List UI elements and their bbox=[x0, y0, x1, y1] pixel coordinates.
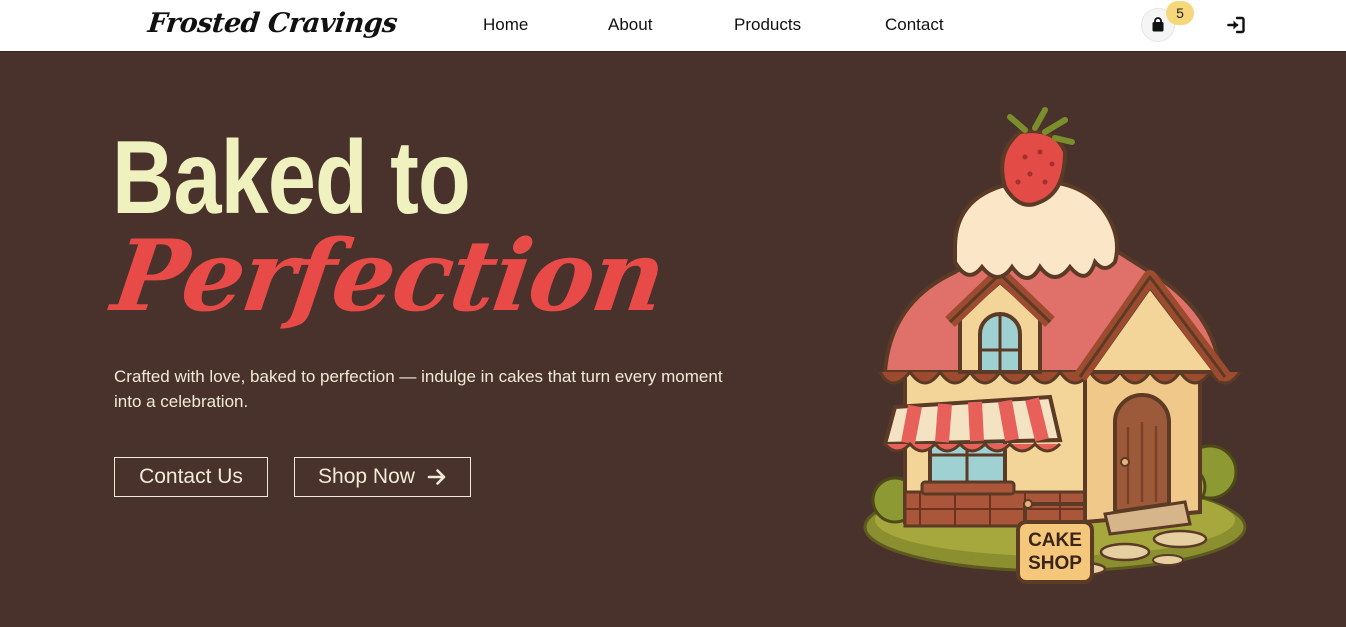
nav-link-about[interactable]: About bbox=[608, 15, 652, 35]
brand-logo[interactable]: Frosted Cravings bbox=[146, 8, 398, 39]
contact-us-button[interactable]: Contact Us bbox=[114, 457, 268, 497]
cake-shop-illustration: CAKE SHOP bbox=[863, 107, 1247, 584]
cart-button[interactable]: 5 bbox=[1141, 1, 1194, 44]
navbar: Frosted Cravings Home About Products Con… bbox=[0, 0, 1346, 52]
nav-link-contact[interactable]: Contact bbox=[885, 15, 944, 35]
nav-link-home[interactable]: Home bbox=[483, 15, 528, 35]
sign-text-shop: SHOP bbox=[1028, 553, 1082, 574]
hero-section: Baked to Perfection Crafted with love, b… bbox=[0, 52, 1346, 627]
arrow-right-icon bbox=[427, 469, 446, 485]
contact-us-label: Contact Us bbox=[139, 465, 243, 488]
nav-link-products[interactable]: Products bbox=[734, 15, 801, 35]
shop-now-label: Shop Now bbox=[318, 465, 415, 488]
cart-count-badge: 5 bbox=[1166, 1, 1194, 25]
shop-now-button[interactable]: Shop Now bbox=[294, 457, 471, 497]
hero-title-line2: Perfection bbox=[105, 219, 671, 334]
hero-title-line1: Baked to bbox=[112, 120, 471, 236]
sign-in-icon bbox=[1227, 16, 1245, 34]
sign-text-cake: CAKE bbox=[1028, 530, 1082, 551]
shopping-bag-icon bbox=[1152, 17, 1164, 32]
hero-description: Crafted with love, baked to perfection —… bbox=[114, 367, 723, 411]
login-button[interactable] bbox=[1226, 15, 1248, 37]
